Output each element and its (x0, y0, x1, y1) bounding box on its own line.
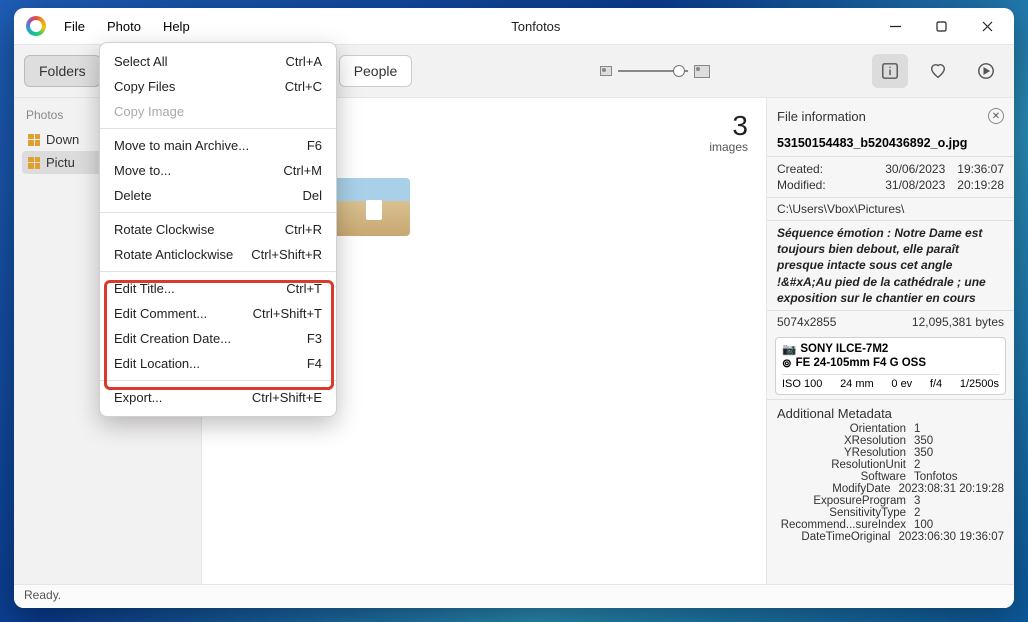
exif-shutter: 1/2500s (960, 378, 999, 390)
modified-label: Modified: (777, 178, 885, 192)
metadata-row: Recommend...sureIndex100 (767, 519, 1014, 531)
folder-icon (28, 157, 40, 169)
camera-info: 📷SONY ILCE-7M2 ⊚FE 24-105mm F4 G OSS ISO… (775, 337, 1006, 395)
file-name: 53150154483_b520436892_o.jpg (767, 130, 1014, 156)
thumbnail-size-slider[interactable] (600, 65, 710, 78)
window-title: Tonfotos (200, 19, 872, 34)
menu-item-0-1[interactable]: Copy FilesCtrl+C (100, 74, 336, 99)
metadata-row: XResolution350 (767, 435, 1014, 447)
metadata-row: ExposureProgram3 (767, 495, 1014, 507)
favorite-button[interactable] (920, 54, 956, 88)
menu-item-3-1[interactable]: Edit Comment...Ctrl+Shift+T (100, 301, 336, 326)
status-bar: Ready. (14, 584, 1014, 608)
thumb-small-icon (600, 66, 612, 76)
menu-item-3-3[interactable]: Edit Location...F4 (100, 351, 336, 376)
created-label: Created: (777, 162, 885, 176)
menu-item-0-0[interactable]: Select AllCtrl+A (100, 49, 336, 74)
menu-item-2-1[interactable]: Rotate AnticlockwiseCtrl+Shift+R (100, 242, 336, 267)
exif-ev: 0 ev (891, 378, 912, 390)
image-count: 3 images (709, 112, 748, 154)
slider-thumb[interactable] (673, 65, 685, 77)
app-icon (26, 16, 46, 36)
menubar: File Photo Help (54, 15, 200, 38)
menu-item-4-0[interactable]: Export...Ctrl+Shift+E (100, 385, 336, 410)
menu-item-0-2[interactable]: Copy Image (100, 99, 336, 124)
metadata-row: ResolutionUnit2 (767, 459, 1014, 471)
close-panel-button[interactable]: ✕ (988, 108, 1004, 124)
menu-item-1-0[interactable]: Move to main Archive...F6 (100, 133, 336, 158)
menu-item-3-0[interactable]: Edit Title...Ctrl+T (100, 276, 336, 301)
people-button[interactable]: People (339, 55, 413, 87)
metadata-row: DateTimeOriginal2023:06:30 19:36:07 (767, 531, 1014, 543)
info-panel-title: File information (777, 109, 866, 124)
folder-icon (28, 134, 40, 146)
info-panel-button[interactable] (872, 54, 908, 88)
maximize-button[interactable] (918, 10, 964, 42)
created-time: 19:36:07 (957, 162, 1004, 176)
menu-photo[interactable]: Photo (97, 15, 151, 38)
modified-date: 31/08/2023 (885, 178, 945, 192)
folders-button[interactable]: Folders (24, 55, 101, 87)
minimize-button[interactable] (872, 10, 918, 42)
metadata-row: SensitivityType2 (767, 507, 1014, 519)
lens-icon: ⊚ (782, 356, 792, 370)
thumb-large-icon (694, 65, 710, 78)
menu-file[interactable]: File (54, 15, 95, 38)
metadata-row: ModifyDate2023:08:31 20:19:28 (767, 483, 1014, 495)
exif-iso: ISO 100 (782, 378, 822, 390)
camera-icon: 📷 (782, 342, 796, 356)
created-date: 30/06/2023 (885, 162, 945, 176)
close-button[interactable] (964, 10, 1010, 42)
file-path: C:\Users\Vbox\Pictures\ (767, 197, 1014, 220)
photo-menu: Select AllCtrl+ACopy FilesCtrl+CCopy Ima… (99, 42, 337, 417)
titlebar: File Photo Help Tonfotos (14, 8, 1014, 44)
metadata-row: SoftwareTonfotos (767, 471, 1014, 483)
window-controls (872, 10, 1010, 42)
menu-help[interactable]: Help (153, 15, 200, 38)
menu-item-1-2[interactable]: DeleteDel (100, 183, 336, 208)
metadata-row: YResolution350 (767, 447, 1014, 459)
metadata-list: Orientation1XResolution350YResolution350… (767, 423, 1014, 543)
exif-aperture: f/4 (930, 378, 942, 390)
slideshow-button[interactable] (968, 54, 1004, 88)
metadata-row: Orientation1 (767, 423, 1014, 435)
metadata-header: Additional Metadata (767, 399, 1014, 423)
sidebar-item-label: Pictu (46, 155, 75, 170)
app-window: File Photo Help Tonfotos Folders People … (14, 8, 1014, 608)
menu-item-1-1[interactable]: Move to...Ctrl+M (100, 158, 336, 183)
info-panel: File information ✕ 53150154483_b52043689… (766, 98, 1014, 584)
file-size: 12,095,381 bytes (912, 315, 1004, 329)
file-description: Séquence émotion : Notre Dame est toujou… (767, 220, 1014, 310)
menu-item-2-0[interactable]: Rotate ClockwiseCtrl+R (100, 217, 336, 242)
modified-time: 20:19:28 (957, 178, 1004, 192)
menu-item-3-2[interactable]: Edit Creation Date...F3 (100, 326, 336, 351)
exif-focal: 24 mm (840, 378, 874, 390)
image-dimensions: 5074x2855 (777, 315, 836, 329)
sidebar-item-label: Down (46, 132, 79, 147)
slider-track[interactable] (618, 70, 688, 72)
